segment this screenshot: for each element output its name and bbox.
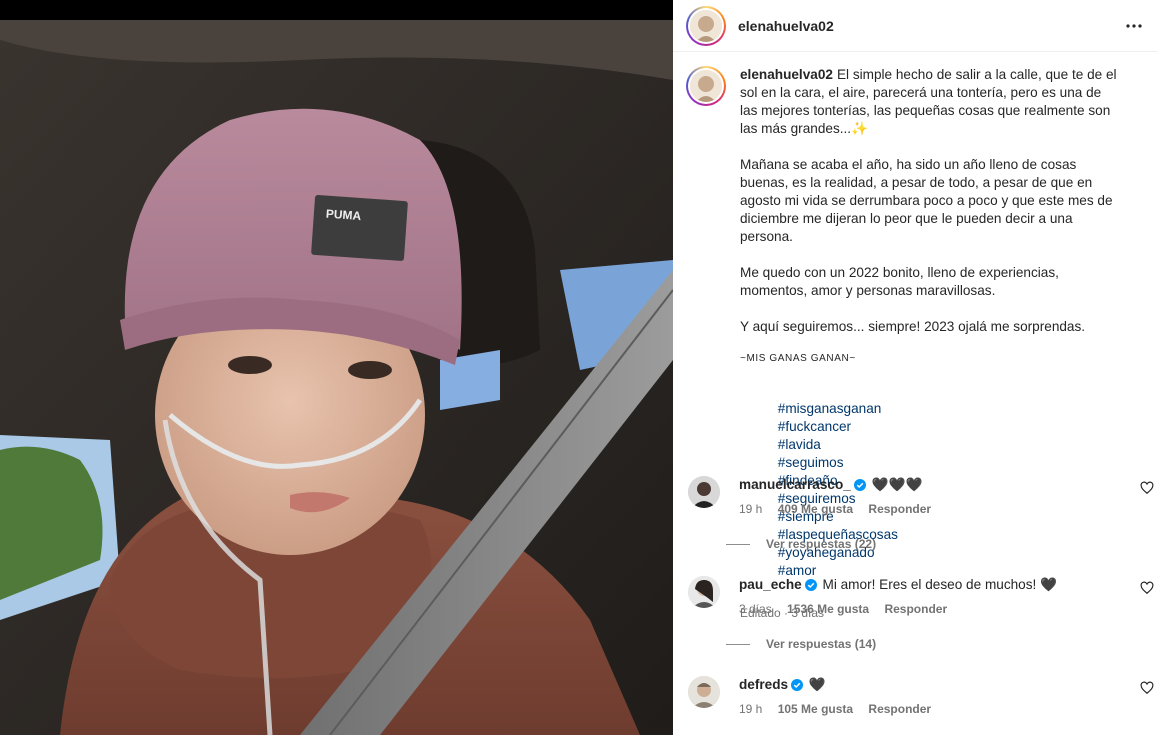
- hashtag-link[interactable]: #misganasganan: [778, 401, 882, 416]
- verified-badge-icon: [791, 679, 804, 691]
- author-avatar[interactable]: [686, 5, 726, 46]
- selfie-image: PUMA: [0, 20, 673, 735]
- heart-outline-icon[interactable]: [1140, 481, 1154, 495]
- comment-body: 🖤🖤🖤: [871, 477, 923, 492]
- more-horizontal-icon: [1126, 24, 1142, 28]
- reply-button[interactable]: Responder: [868, 702, 931, 716]
- replies-divider: [726, 643, 750, 645]
- svg-text:PUMA: PUMA: [325, 207, 362, 223]
- comment-username[interactable]: pau_eche: [739, 577, 802, 592]
- commenter-avatar[interactable]: [688, 476, 720, 508]
- comment-likes[interactable]: 105 Me gusta: [778, 702, 853, 716]
- comment-time: 19 h: [739, 702, 763, 716]
- comment-text: pau_eche Mi amor! Eres el deseo de mucho…: [739, 576, 1057, 594]
- author-username[interactable]: elenahuelva02: [738, 18, 834, 34]
- hashtag-link[interactable]: #seguimos: [778, 455, 844, 470]
- caption-paragraph-2: Mañana se acaba el año, ha sido un año l…: [740, 157, 1117, 244]
- comment-meta: 3 días 1536 Me gusta Responder: [739, 602, 959, 616]
- comment-time: 3 días: [739, 602, 772, 616]
- caption-paragraph-4: Y aquí seguiremos... siempre! 2023 ojalá…: [740, 319, 1086, 334]
- comment-meta: 19 h 105 Me gusta Responder: [739, 702, 943, 716]
- comment-body: Mi amor! Eres el deseo de muchos! 🖤: [822, 577, 1058, 592]
- caption-username[interactable]: elenahuelva02: [740, 67, 833, 82]
- commenter-avatar-icon: [688, 476, 720, 508]
- commenter-avatar[interactable]: [688, 576, 720, 608]
- comment-meta: 19 h 409 Me gusta Responder: [739, 502, 943, 516]
- more-options-button[interactable]: [1120, 12, 1148, 40]
- comment-body: 🖤: [808, 677, 826, 692]
- post-media[interactable]: PUMA: [0, 0, 673, 735]
- view-replies-button[interactable]: Ver respuestas (14): [726, 637, 876, 651]
- comment-time: 19 h: [739, 502, 763, 516]
- verified-badge-icon: [804, 579, 817, 591]
- heart-outline-icon[interactable]: [1140, 681, 1154, 695]
- view-replies-label: Ver respuestas (14): [766, 637, 877, 651]
- post-header: elenahuelva02: [673, 0, 1158, 52]
- commenter-avatar[interactable]: [688, 676, 720, 708]
- reply-button[interactable]: Responder: [884, 602, 947, 616]
- caption-paragraph-3: Me quedo con un 2022 bonito, lleno de ex…: [740, 265, 1063, 298]
- comment-text: defreds 🖤: [739, 676, 826, 694]
- heart-outline-icon[interactable]: [1140, 581, 1154, 595]
- caption-motto: ~MIS GANAS GANAN~: [740, 353, 856, 364]
- comment-username[interactable]: manuelcarrasco_: [739, 477, 851, 492]
- verified-badge-icon: [853, 479, 866, 491]
- hashtag-link[interactable]: #fuckcancer: [778, 419, 851, 434]
- caption-avatar[interactable]: [686, 66, 726, 106]
- hashtag-link[interactable]: #lavida: [778, 437, 821, 452]
- author-avatar-icon: [690, 9, 722, 42]
- comment-username[interactable]: defreds: [739, 677, 788, 692]
- view-replies-button[interactable]: Ver respuestas (22): [726, 537, 876, 551]
- comment-likes[interactable]: 1536 Me gusta: [787, 602, 869, 616]
- view-replies-label: Ver respuestas (22): [766, 537, 877, 551]
- caption-avatar-icon: [690, 70, 722, 102]
- comments-scroll-area[interactable]: elenahuelva02 El simple hecho de salir a …: [673, 53, 1158, 735]
- reply-button[interactable]: Responder: [868, 502, 931, 516]
- post-photo[interactable]: PUMA: [0, 20, 673, 735]
- post-side-panel: elenahuelva02 elenahuelva02 El simple he…: [673, 0, 1158, 735]
- commenter-avatar-icon: [688, 576, 720, 608]
- commenter-avatar-icon: [688, 676, 720, 708]
- replies-divider: [726, 543, 750, 545]
- comment-text: manuelcarrasco_ 🖤🖤🖤: [739, 476, 922, 494]
- comment-likes[interactable]: 409 Me gusta: [778, 502, 853, 516]
